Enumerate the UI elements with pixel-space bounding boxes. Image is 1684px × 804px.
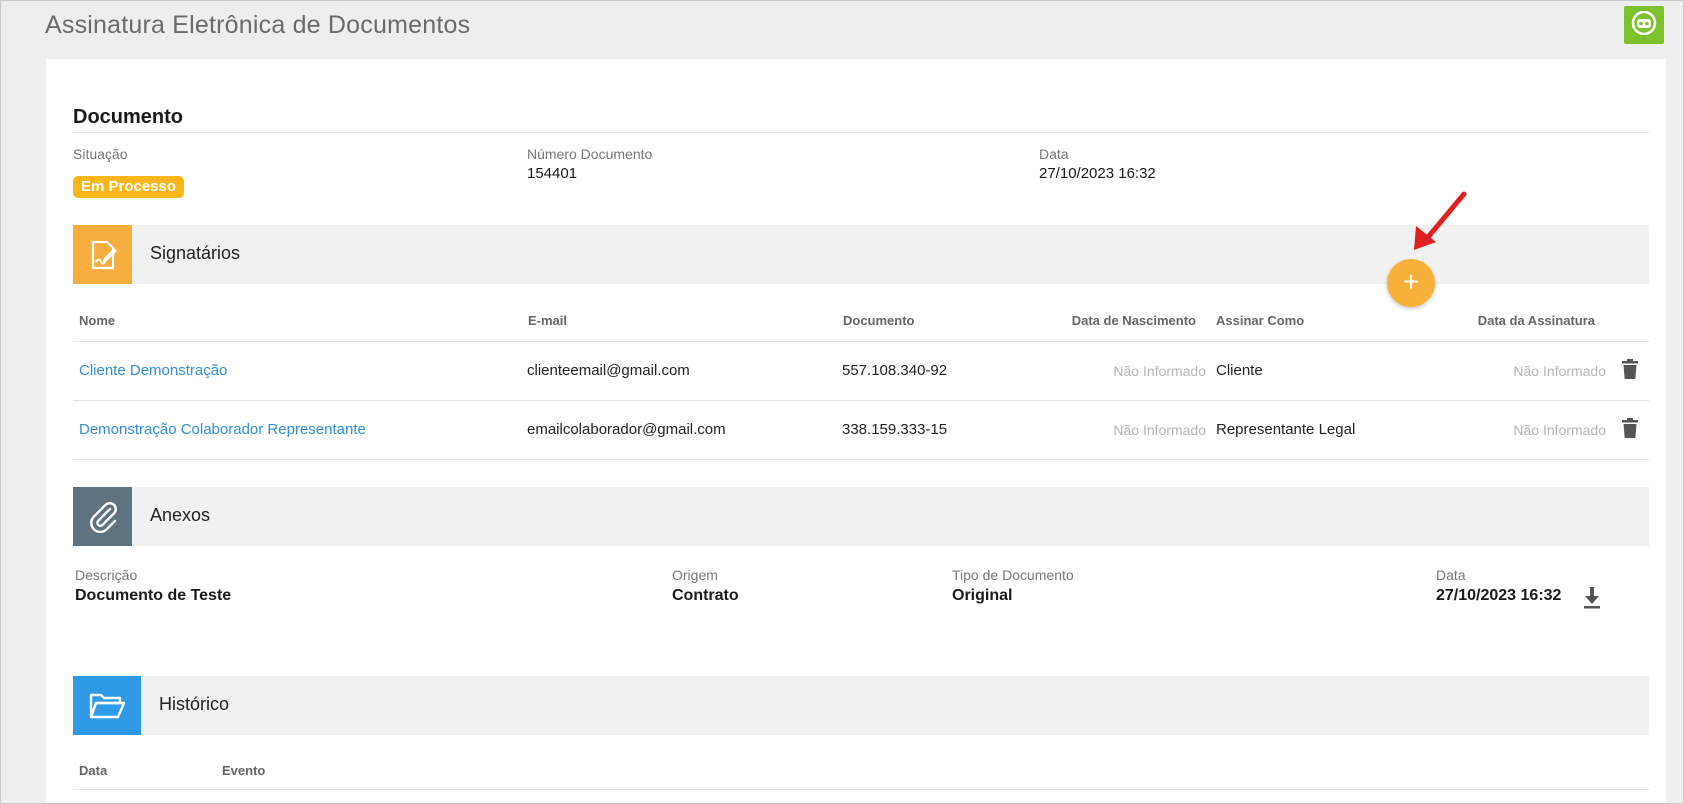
col-documento: Documento — [843, 313, 915, 328]
robot-face-icon — [1631, 10, 1657, 40]
trash-icon[interactable] — [1619, 357, 1641, 381]
download-icon[interactable] — [1581, 586, 1603, 610]
hist-col-evento: Evento — [222, 763, 266, 778]
signatario-nascimento: Não Informado — [1113, 363, 1206, 379]
anexos-title: Anexos — [150, 505, 211, 525]
tipo-label: Tipo de Documento — [952, 567, 1074, 583]
col-nome: Nome — [79, 313, 116, 328]
descricao-value: Documento de Teste — [75, 587, 232, 604]
divider — [73, 400, 1649, 401]
app-frame: Assinatura Eletrônica de Documentos Docu… — [0, 0, 1684, 804]
signatario-email: clienteemail@gmail.com — [527, 362, 690, 379]
divider — [73, 132, 1649, 133]
paperclip-icon — [73, 487, 132, 546]
document-heading: Documento — [73, 106, 183, 128]
descricao-label: Descrição — [75, 567, 138, 583]
divider — [73, 789, 1649, 790]
numero-value: 154401 — [527, 165, 578, 182]
col-nascimento: Data de Nascimento — [1071, 313, 1196, 328]
divider — [73, 459, 1649, 460]
col-data-assinatura: Data da Assinatura — [1477, 313, 1595, 328]
situacao-label: Situação — [73, 146, 128, 162]
origem-value: Contrato — [672, 587, 739, 604]
trash-icon[interactable] — [1619, 416, 1641, 440]
app-title: Assinatura Eletrônica de Documentos — [45, 11, 471, 39]
anexos-header: Anexos — [73, 487, 1649, 546]
signatario-data-assinatura: Não Informado — [1513, 422, 1606, 438]
divider — [73, 341, 1649, 342]
col-assinar-como: Assinar Como — [1216, 313, 1305, 328]
signatario-documento: 338.159.333-15 — [842, 421, 948, 438]
signature-document-icon — [73, 225, 132, 284]
anexo-data-value: 27/10/2023 16:32 — [1436, 587, 1562, 604]
signatario-assinar-como: Representante Legal — [1216, 421, 1356, 438]
historico-header: Histórico — [73, 676, 1649, 735]
signatario-data-assinatura: Não Informado — [1513, 363, 1606, 379]
data-label: Data — [1039, 146, 1069, 162]
signatario-assinar-como: Cliente — [1216, 362, 1263, 379]
hist-col-data: Data — [79, 763, 108, 778]
anexo-data-label: Data — [1436, 567, 1466, 583]
red-arrow-annotation — [1414, 191, 1467, 250]
signatario-name-link[interactable]: Cliente Demonstração — [79, 362, 227, 379]
assistant-button[interactable] — [1624, 6, 1664, 44]
status-badge: Em Processo — [73, 176, 185, 198]
numero-label: Número Documento — [527, 146, 653, 162]
historico-title: Histórico — [159, 694, 230, 714]
signatarios-title: Signatários — [150, 243, 241, 263]
add-signatario-button[interactable]: + — [1387, 259, 1435, 307]
col-email: E-mail — [528, 313, 568, 328]
data-value: 27/10/2023 16:32 — [1039, 165, 1156, 182]
signatario-documento: 557.108.340-92 — [842, 362, 948, 379]
signatario-name-link[interactable]: Demonstração Colaborador Representante — [79, 421, 366, 438]
origem-label: Origem — [672, 567, 718, 583]
document-card: Documento Situação Em Processo Número Do… — [46, 59, 1666, 803]
signatario-email: emailcolaborador@gmail.com — [527, 421, 726, 438]
signatario-nascimento: Não Informado — [1113, 422, 1206, 438]
folder-open-icon — [73, 676, 141, 735]
tipo-value: Original — [952, 587, 1013, 604]
